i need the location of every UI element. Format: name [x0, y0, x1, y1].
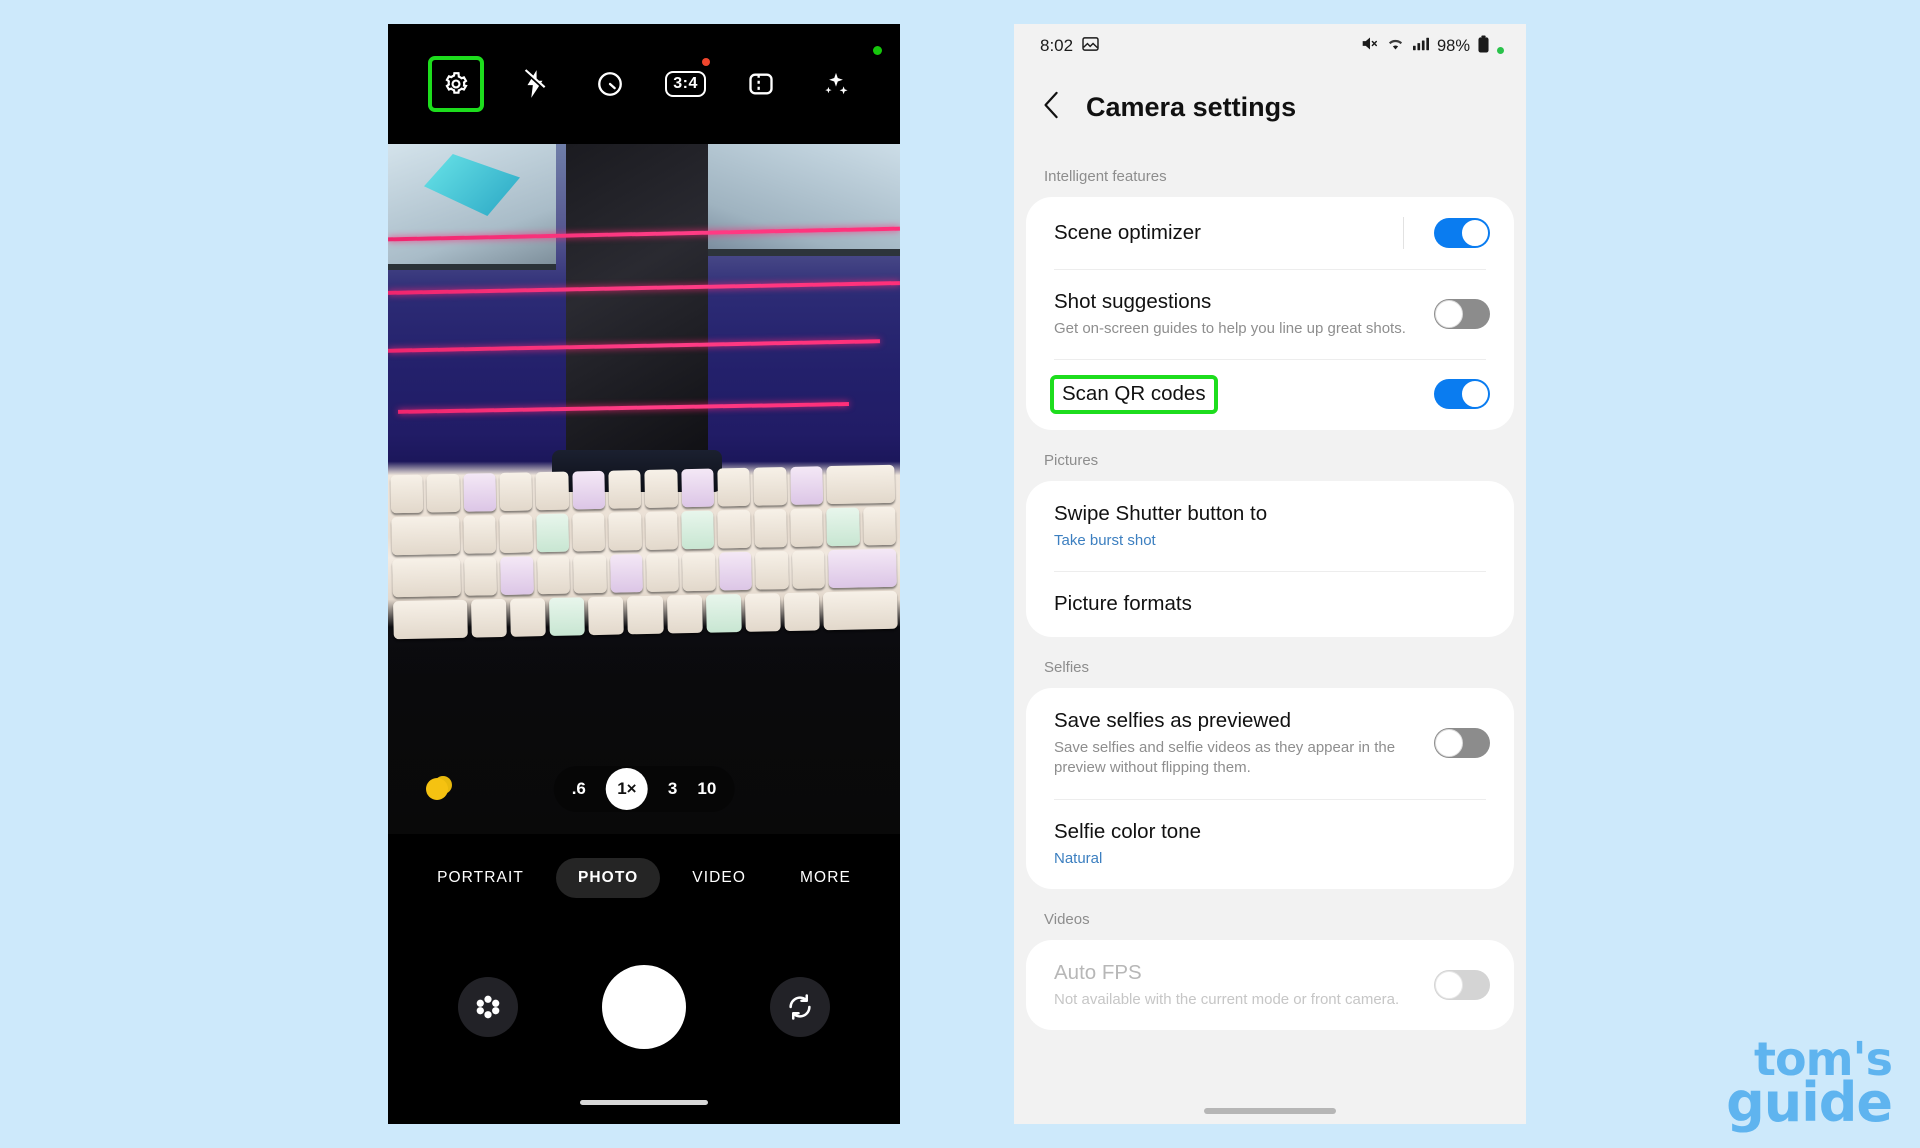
watermark-line-2: guide	[1726, 1070, 1893, 1134]
camera-toolbar: 3:4	[388, 24, 900, 144]
highlight-annotation-box: Scan QR codes	[1050, 375, 1218, 414]
aspect-ratio-label: 3:4	[665, 71, 706, 97]
settings-header: Camera settings	[1014, 68, 1526, 146]
setting-value: Natural	[1054, 849, 1103, 867]
settings-card-selfies: Save selfies as previewed Save selfies a…	[1026, 688, 1514, 889]
scene-keyboard	[388, 459, 900, 640]
flower-filter-icon[interactable]	[458, 977, 518, 1037]
setting-title: Scan QR codes	[1062, 382, 1206, 406]
zoom-control-bar[interactable]: .6 1× 3 10	[553, 766, 735, 812]
mute-icon	[1360, 35, 1379, 57]
setting-row-selfie-color-tone[interactable]: Selfie color tone Natural	[1026, 798, 1514, 889]
toggle-scan-qr-codes[interactable]	[1434, 379, 1490, 410]
zoom-option-0p6[interactable]: .6	[572, 779, 586, 799]
zoom-option-3x[interactable]: 3	[668, 779, 677, 799]
setting-title: Save selfies as previewed	[1054, 709, 1292, 733]
page-title: Camera settings	[1086, 91, 1297, 122]
section-label-videos: Videos	[1044, 910, 1090, 928]
scene-laptop-left	[388, 144, 556, 270]
camera-mode-bar[interactable]: PORTRAIT PHOTO VIDEO MORE	[388, 834, 900, 922]
setting-row-picture-formats[interactable]: Picture formats	[1026, 570, 1514, 637]
toggle-save-selfies-as-previewed[interactable]	[1434, 728, 1490, 759]
toggle-scene-optimizer[interactable]	[1434, 218, 1490, 248]
flash-off-icon[interactable]	[515, 64, 555, 104]
row-divider	[1403, 217, 1404, 249]
section-label-pictures: Pictures	[1044, 451, 1099, 469]
settings-card-videos: Auto FPS Not available with the current …	[1026, 939, 1514, 1031]
status-indicator-dot	[873, 46, 882, 55]
settings-phone-screen: 8:02 98% Camera settings Intelligent fea…	[1014, 24, 1526, 1124]
zoom-option-10x[interactable]: 10	[697, 779, 716, 799]
gallery-icon	[1082, 36, 1099, 57]
home-indicator	[388, 1092, 900, 1124]
toggle-shot-suggestions[interactable]	[1434, 299, 1490, 330]
toggle-auto-fps	[1434, 970, 1490, 1001]
mode-photo[interactable]: PHOTO	[555, 858, 661, 898]
home-indicator	[1204, 1108, 1336, 1114]
scene-phone-on-stand	[552, 144, 722, 492]
setting-row-scan-qr-codes[interactable]: Scan QR codes	[1026, 359, 1514, 429]
setting-row-shot-suggestions[interactable]: Shot suggestions Get on-screen guides to…	[1026, 269, 1514, 359]
watermark-toms-guide: tom's guide	[1726, 1036, 1893, 1134]
battery-percent-label: 98%	[1436, 36, 1470, 55]
setting-row-scene-optimizer[interactable]: Scene optimizer	[1026, 197, 1514, 269]
zoom-option-1x[interactable]: 1×	[605, 768, 648, 810]
setting-title: Shot suggestions	[1054, 290, 1212, 313]
scene-laptop-right	[688, 144, 900, 256]
setting-title: Scene optimizer	[1054, 220, 1201, 244]
aspect-ratio-icon[interactable]: 3:4	[665, 58, 710, 104]
camera-viewfinder[interactable]: .6 1× 3 10	[388, 144, 900, 834]
settings-card-intelligent-features: Scene optimizer Shot suggestions Get on-…	[1026, 197, 1514, 430]
setting-title: Selfie color tone	[1054, 819, 1202, 843]
gallery-thumbnail[interactable]	[426, 778, 448, 800]
back-chevron-icon[interactable]	[1040, 90, 1064, 125]
setting-title: Auto FPS	[1054, 960, 1142, 984]
setting-title: Swipe Shutter button to	[1054, 501, 1268, 525]
section-label-selfies: Selfies	[1044, 659, 1090, 677]
motion-photo-icon[interactable]	[741, 64, 781, 104]
setting-subtitle: Not available with the current mode or f…	[1054, 991, 1400, 1009]
setting-row-save-selfies-as-previewed[interactable]: Save selfies as previewed Save selfies a…	[1026, 688, 1514, 798]
status-bar-time: 8:02	[1040, 36, 1074, 55]
notification-dot	[1497, 46, 1504, 54]
settings-card-pictures: Swipe Shutter button to Take burst shot …	[1026, 480, 1514, 638]
gear-icon[interactable]	[427, 56, 484, 112]
section-label-intelligent-features: Intelligent features	[1044, 168, 1167, 185]
setting-row-auto-fps: Auto FPS Not available with the current …	[1026, 940, 1514, 1030]
setting-title: Picture formats	[1054, 591, 1192, 615]
cellular-icon	[1412, 36, 1430, 57]
camera-phone-screen: 3:4 .6 1× 3 10 PORTRAIT PHOTO VIDEO MORE	[388, 24, 900, 1124]
camera-shutter-row	[388, 922, 900, 1092]
setting-subtitle: Save selfies and selfie videos as they a…	[1054, 739, 1396, 777]
wifi-icon	[1386, 36, 1405, 57]
setting-row-swipe-shutter-button[interactable]: Swipe Shutter button to Take burst shot	[1026, 481, 1514, 571]
timer-icon[interactable]	[590, 64, 630, 104]
mode-video[interactable]: VIDEO	[670, 858, 768, 898]
setting-subtitle: Get on-screen guides to help you line up…	[1054, 320, 1406, 338]
status-bar: 8:02 98%	[1014, 24, 1526, 68]
battery-icon	[1477, 35, 1490, 58]
setting-value: Take burst shot	[1054, 531, 1156, 549]
magic-wand-icon[interactable]	[816, 64, 856, 104]
mode-portrait[interactable]: PORTRAIT	[415, 858, 546, 898]
shutter-button[interactable]	[602, 965, 686, 1049]
aspect-ratio-badge-dot	[701, 58, 710, 66]
switch-camera-icon[interactable]	[770, 977, 830, 1037]
screenshot-canvas: 3:4 .6 1× 3 10 PORTRAIT PHOTO VIDEO MORE…	[0, 0, 1920, 1148]
mode-more[interactable]: MORE	[778, 858, 873, 898]
